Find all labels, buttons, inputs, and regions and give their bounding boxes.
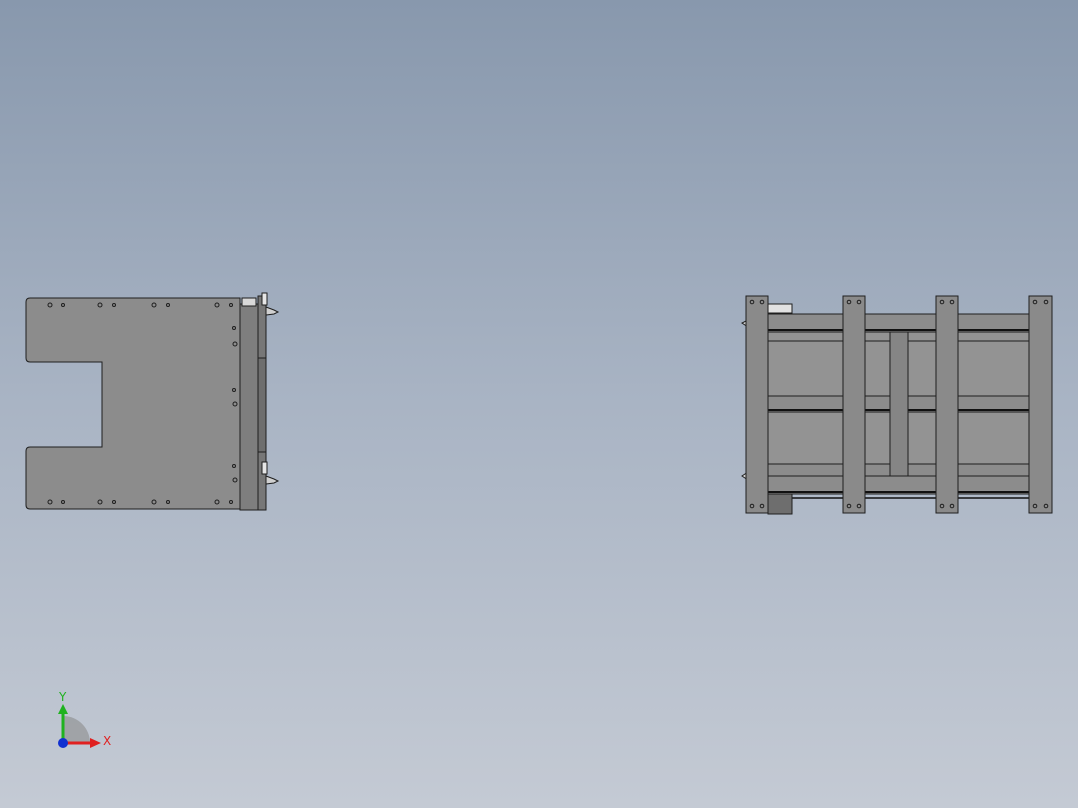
side-bar-1[interactable]: [239, 303, 259, 511]
motor-block[interactable]: [767, 493, 793, 515]
cad-scene[interactable]: Y X: [0, 0, 1078, 808]
top-pin[interactable]: [767, 303, 793, 314]
pin-bottom[interactable]: [261, 461, 268, 475]
axis-x-arrow: [90, 738, 101, 748]
u-plate[interactable]: [25, 297, 241, 510]
axis-y-label: Y: [58, 690, 67, 704]
pin-top[interactable]: [241, 297, 257, 307]
center-brace[interactable]: [889, 331, 909, 477]
axis-y-arrow: [58, 704, 68, 714]
cross-plate-4[interactable]: [1028, 295, 1053, 514]
pin-top-head[interactable]: [261, 292, 268, 306]
left-view-assembly[interactable]: [25, 292, 280, 511]
clamp-bottom[interactable]: [257, 451, 267, 511]
triad-quadrant: [63, 716, 90, 743]
axis-z-dot: [58, 738, 68, 748]
pin-top-tip[interactable]: [265, 306, 280, 316]
cross-plate-3[interactable]: [935, 295, 959, 514]
cross-plate-2[interactable]: [842, 295, 866, 514]
pin-bottom-tip[interactable]: [265, 475, 280, 485]
reference-triad[interactable]: Y X: [58, 690, 111, 748]
right-view-assembly[interactable]: [741, 295, 1053, 515]
cad-graphics-area[interactable]: Y X: [0, 0, 1078, 808]
axis-x-label: X: [103, 734, 111, 748]
cross-plate-1[interactable]: [745, 295, 769, 514]
